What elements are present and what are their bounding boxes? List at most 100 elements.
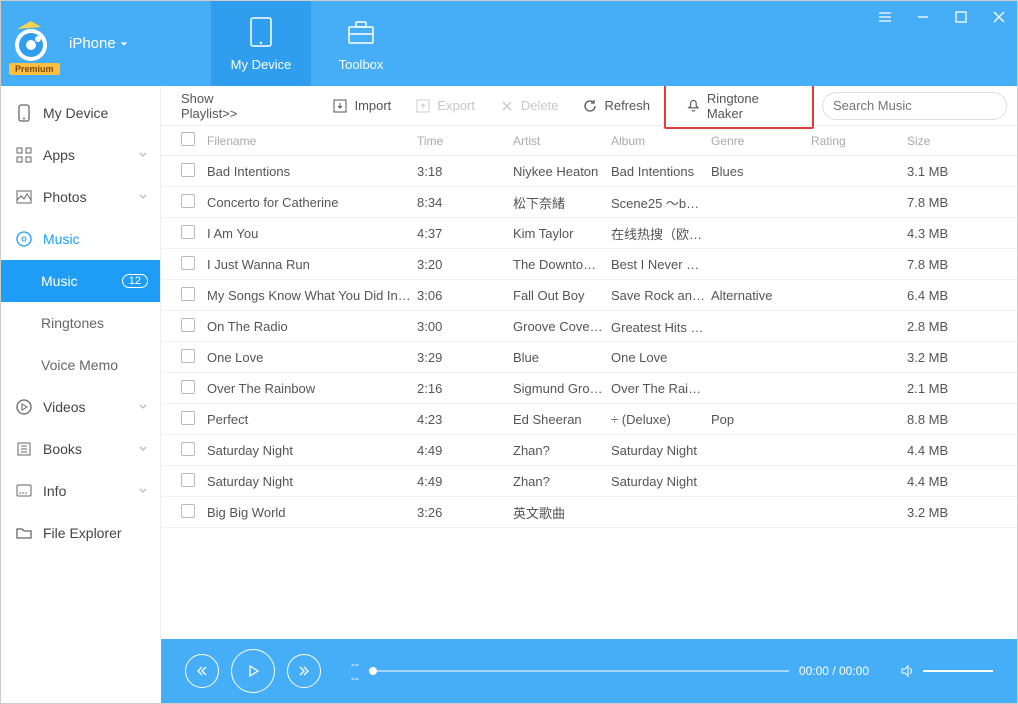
- sidebar-item-videos[interactable]: Videos: [1, 386, 160, 428]
- button-label: Import: [354, 98, 391, 113]
- books-icon: [15, 440, 33, 458]
- sidebar-item-photos[interactable]: Photos: [1, 176, 160, 218]
- time-display: 00:00 / 00:00: [799, 664, 869, 678]
- search-input[interactable]: [833, 98, 1009, 113]
- table-row[interactable]: Concerto for Catherine8:34松下奈緒Scene25 ～b…: [161, 187, 1017, 218]
- volume-icon[interactable]: [899, 663, 915, 679]
- ringtone-maker-button[interactable]: Ringtone Maker: [664, 83, 814, 129]
- row-checkbox[interactable]: [181, 163, 195, 177]
- volume-bar[interactable]: [923, 670, 993, 672]
- col-filename[interactable]: Filename: [207, 134, 417, 148]
- col-rating[interactable]: Rating: [811, 134, 907, 148]
- cell-genre: Blues: [711, 164, 811, 179]
- progress-bar[interactable]: [369, 670, 789, 672]
- device-selector[interactable]: iPhone: [69, 35, 128, 52]
- sidebar-item-info[interactable]: Info: [1, 470, 160, 512]
- cell-filename: On The Radio: [207, 319, 417, 334]
- show-playlist-button[interactable]: Show Playlist>>: [171, 87, 277, 125]
- cell-time: 3:29: [417, 350, 513, 365]
- search-box[interactable]: [822, 92, 1007, 120]
- sidebar: My Device Apps Photos Music Music 12: [1, 86, 161, 639]
- progress-knob[interactable]: [369, 667, 377, 675]
- play-button[interactable]: [231, 649, 275, 693]
- sidebar-item-file-explorer[interactable]: File Explorer: [1, 512, 160, 554]
- row-checkbox[interactable]: [181, 225, 195, 239]
- sidebar-item-label: Apps: [43, 147, 75, 163]
- videos-icon: [15, 398, 33, 416]
- select-all-checkbox[interactable]: [181, 132, 195, 146]
- sidebar-sub-voice-memo[interactable]: Voice Memo: [1, 344, 160, 386]
- cell-time: 4:49: [417, 443, 513, 458]
- row-checkbox[interactable]: [181, 194, 195, 208]
- maximize-icon[interactable]: [953, 9, 969, 25]
- cell-size: 4.4 MB: [907, 443, 967, 458]
- button-label: Refresh: [604, 98, 650, 113]
- sidebar-item-label: Photos: [43, 189, 87, 205]
- device-icon: [15, 104, 33, 122]
- menu-icon[interactable]: [877, 9, 893, 25]
- col-time[interactable]: Time: [417, 134, 513, 148]
- prev-button[interactable]: [185, 654, 219, 688]
- refresh-icon: [582, 98, 598, 114]
- cell-album: Bad Intentions: [611, 164, 711, 179]
- import-button[interactable]: Import: [322, 94, 401, 118]
- table-row[interactable]: I Just Wanna Run3:20The Downtown FicBest…: [161, 249, 1017, 280]
- next-icon: [297, 664, 311, 678]
- info-icon: [15, 482, 33, 500]
- device-label: iPhone: [69, 35, 116, 52]
- sidebar-item-my-device[interactable]: My Device: [1, 92, 160, 134]
- col-size[interactable]: Size: [907, 134, 967, 148]
- folder-icon: [15, 524, 33, 542]
- table-row[interactable]: Big Big World3:26英文歌曲3.2 MB: [161, 497, 1017, 528]
- row-checkbox[interactable]: [181, 318, 195, 332]
- table-row[interactable]: On The Radio3:00Groove CoverageGreatest …: [161, 311, 1017, 342]
- table-row[interactable]: Saturday Night4:49Zhan?Saturday Night4.4…: [161, 435, 1017, 466]
- cell-album: Scene25 ～best Of: [611, 193, 711, 212]
- col-album[interactable]: Album: [611, 134, 711, 148]
- minimize-icon[interactable]: [915, 9, 931, 25]
- cell-artist: Zhan?: [513, 474, 611, 489]
- sidebar-item-label: Music: [43, 231, 80, 247]
- sidebar-sub-ringtones[interactable]: Ringtones: [1, 302, 160, 344]
- table-row[interactable]: Bad Intentions3:18Niykee HeatonBad Inten…: [161, 156, 1017, 187]
- table-row[interactable]: Saturday Night4:49Zhan?Saturday Night4.4…: [161, 466, 1017, 497]
- tab-my-device[interactable]: My Device: [211, 1, 311, 86]
- row-checkbox[interactable]: [181, 380, 195, 394]
- sidebar-item-label: Music: [41, 273, 78, 289]
- row-checkbox[interactable]: [181, 504, 195, 518]
- close-icon[interactable]: [991, 9, 1007, 25]
- col-artist[interactable]: Artist: [513, 134, 611, 148]
- row-checkbox[interactable]: [181, 287, 195, 301]
- cell-album: Saturday Night: [611, 443, 711, 458]
- music-icon: [15, 230, 33, 248]
- row-checkbox[interactable]: [181, 256, 195, 270]
- sidebar-sub-music[interactable]: Music 12: [1, 260, 160, 302]
- cell-time: 3:18: [417, 164, 513, 179]
- sidebar-item-label: Voice Memo: [41, 357, 118, 373]
- cell-time: 2:16: [417, 381, 513, 396]
- cell-time: 3:06: [417, 288, 513, 303]
- row-checkbox[interactable]: [181, 473, 195, 487]
- table-row[interactable]: My Songs Know What You Did In th...3:06F…: [161, 280, 1017, 311]
- tab-toolbox[interactable]: Toolbox: [311, 1, 411, 86]
- table-row[interactable]: Perfect4:23Ed Sheeran÷ (Deluxe)Pop8.8 MB: [161, 404, 1017, 435]
- table-body: Bad Intentions3:18Niykee HeatonBad Inten…: [161, 156, 1017, 639]
- table-row[interactable]: I Am You4:37Kim Taylor在线热搜（欧美）4.3 MB: [161, 218, 1017, 249]
- sidebar-item-books[interactable]: Books: [1, 428, 160, 470]
- refresh-button[interactable]: Refresh: [572, 94, 660, 118]
- sidebar-item-apps[interactable]: Apps: [1, 134, 160, 176]
- table-row[interactable]: Over The Rainbow2:16Sigmund GrovenOver T…: [161, 373, 1017, 404]
- row-checkbox[interactable]: [181, 411, 195, 425]
- row-checkbox[interactable]: [181, 349, 195, 363]
- next-button[interactable]: [287, 654, 321, 688]
- sidebar-item-music[interactable]: Music: [1, 218, 160, 260]
- tablet-icon: [244, 15, 278, 49]
- table-row[interactable]: One Love3:29BlueOne Love3.2 MB: [161, 342, 1017, 373]
- cell-size: 7.8 MB: [907, 195, 967, 210]
- row-checkbox[interactable]: [181, 442, 195, 456]
- prev-icon: [195, 664, 209, 678]
- col-genre[interactable]: Genre: [711, 134, 811, 148]
- cell-size: 8.8 MB: [907, 412, 967, 427]
- cell-album: ÷ (Deluxe): [611, 412, 711, 427]
- cell-artist: The Downtown Fic: [513, 257, 611, 272]
